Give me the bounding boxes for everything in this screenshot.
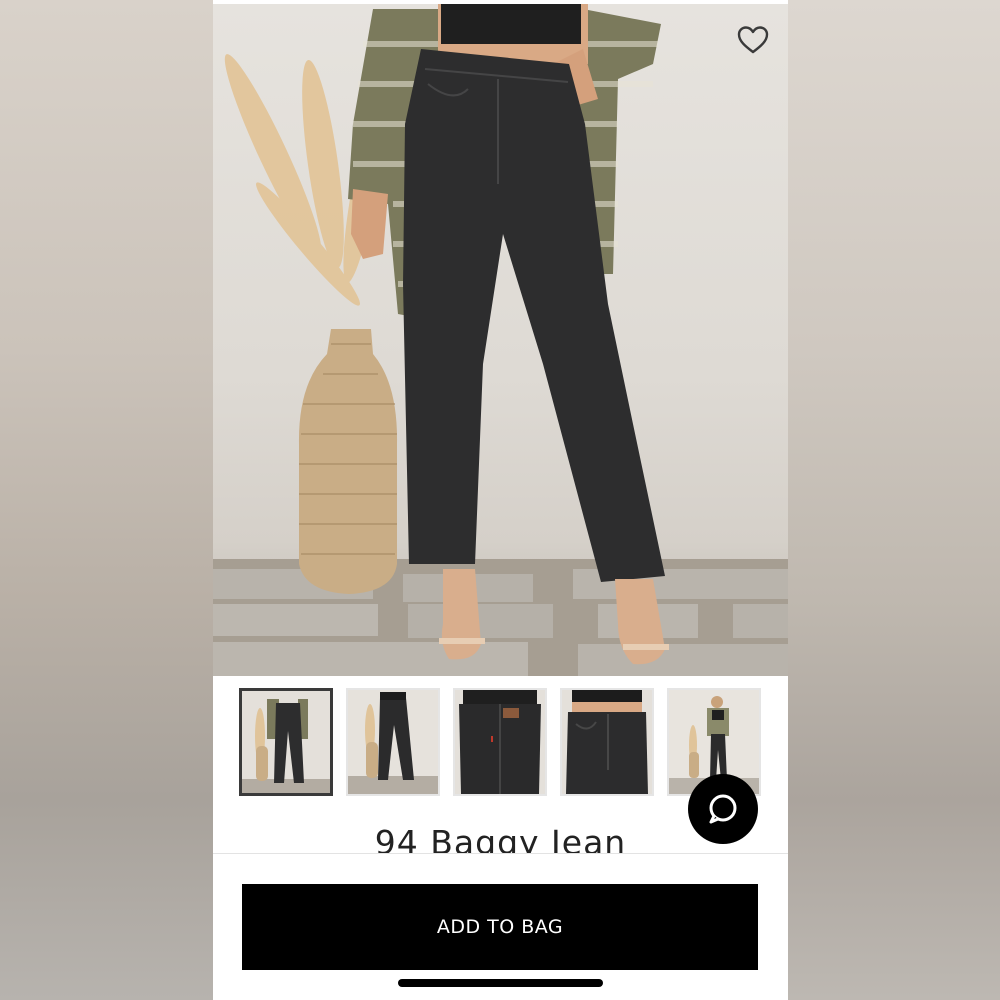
thumbnail-1[interactable] [239, 688, 333, 796]
product-page: 94 Baggy Jean ADD TO BAG [213, 0, 788, 1000]
thumbnail-2[interactable] [346, 688, 440, 796]
home-indicator[interactable] [398, 979, 603, 987]
add-to-bag-button[interactable]: ADD TO BAG [242, 884, 758, 970]
favorite-heart-icon[interactable] [735, 22, 771, 58]
product-photo [213, 4, 788, 676]
thumbnail-3[interactable] [453, 688, 547, 796]
divider [213, 853, 788, 854]
thumbnail-gallery [239, 688, 764, 798]
right-blurred-background [788, 0, 1000, 1000]
product-title: 94 Baggy Jean [374, 823, 627, 854]
thumbnail-4[interactable] [560, 688, 654, 796]
product-main-image[interactable] [213, 4, 788, 676]
left-blurred-background [0, 0, 213, 1000]
